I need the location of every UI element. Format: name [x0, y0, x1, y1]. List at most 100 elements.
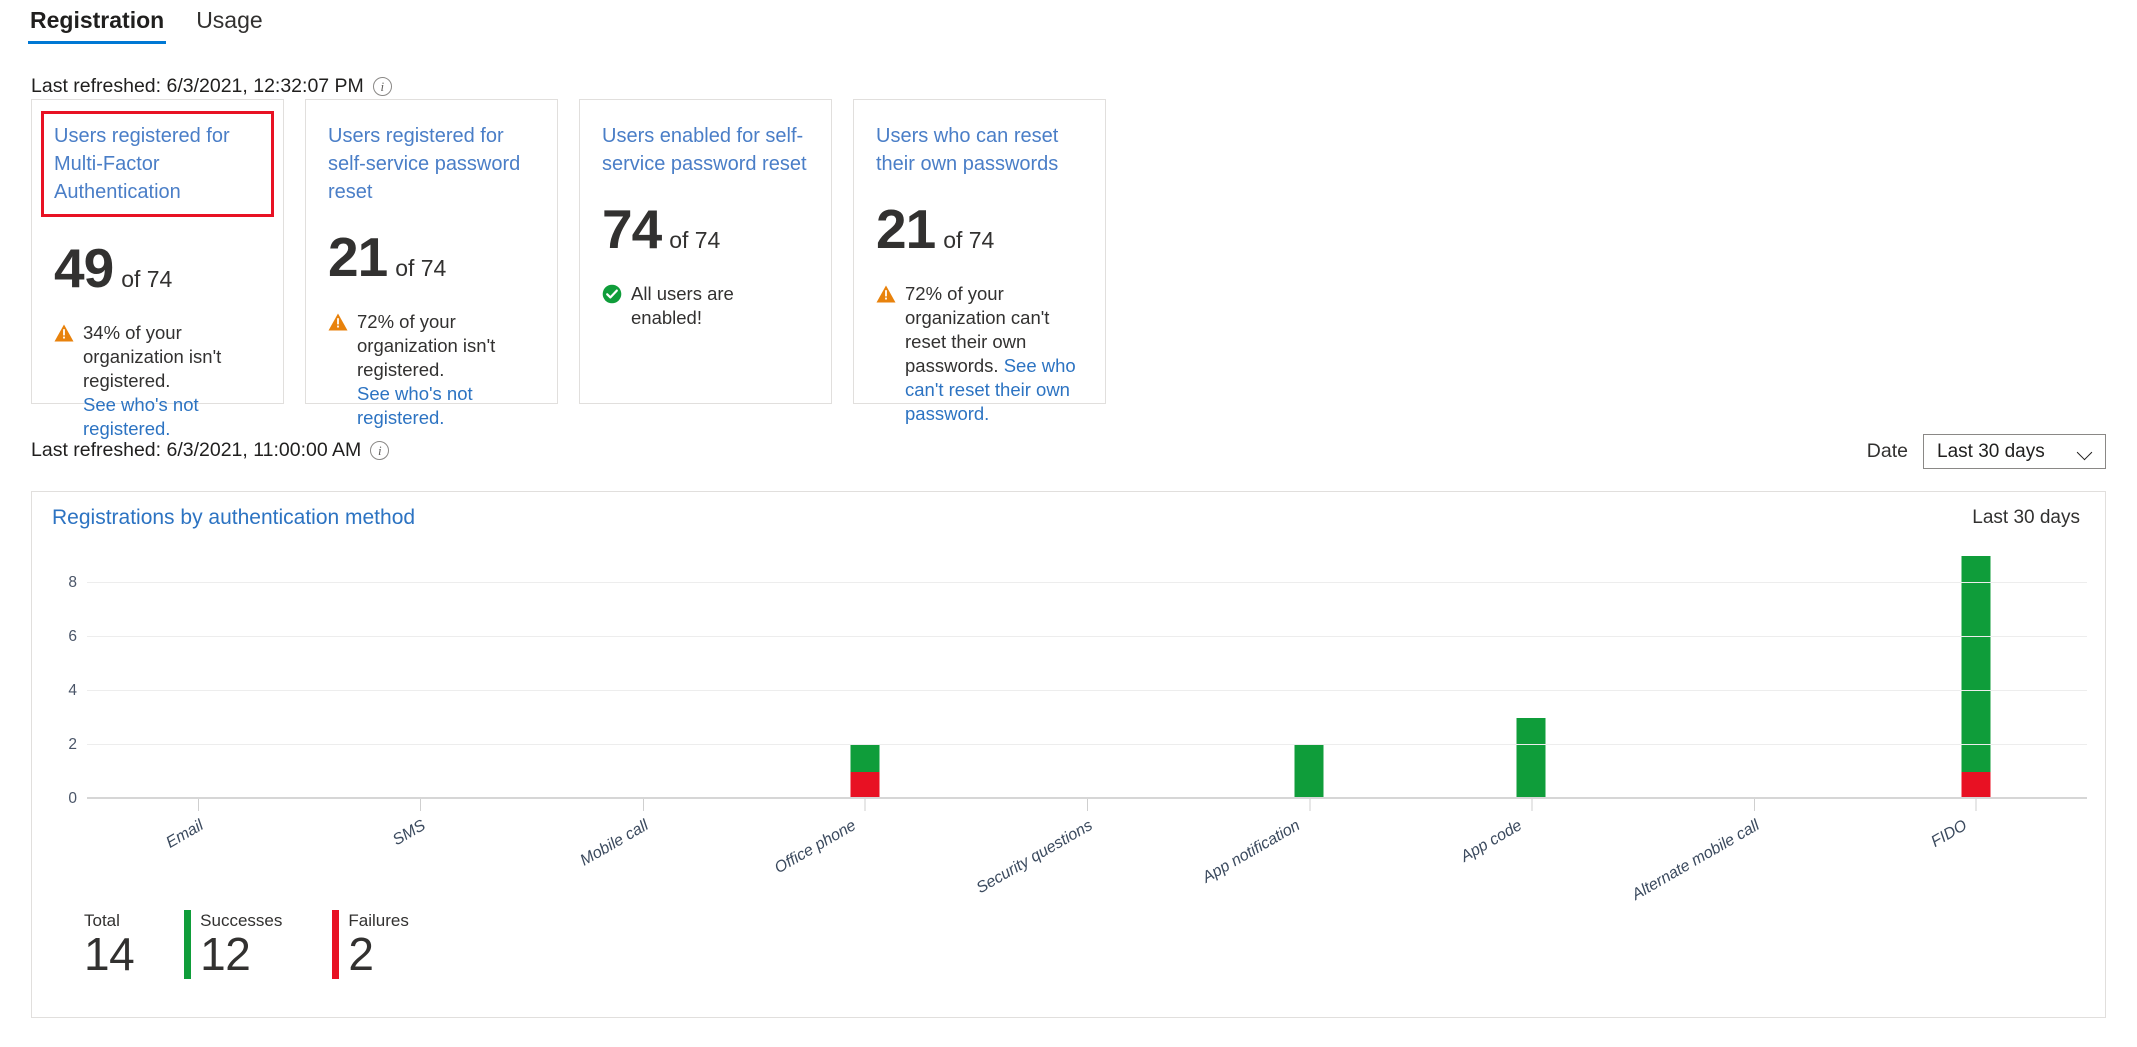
y-axis-tick-label: 6: [68, 628, 77, 645]
card-metric-total: of 74: [395, 255, 447, 281]
tab-usage[interactable]: Usage: [180, 0, 278, 44]
card-metric-total: of 74: [121, 266, 173, 292]
x-axis-tick: [1753, 799, 1755, 811]
card-users-can-reset-password[interactable]: Users who can reset their own passwords …: [853, 99, 1106, 424]
x-axis-tick: [864, 799, 866, 811]
card-title-box: Users enabled for self-service password …: [602, 122, 809, 178]
x-axis-tick: [198, 799, 200, 811]
total-value: 2: [348, 928, 374, 980]
gridline: [87, 636, 2087, 637]
card-metric: 21 of 74: [876, 200, 1083, 258]
tab-registration[interactable]: Registration: [14, 0, 180, 44]
bar-segment-successes[interactable]: [1294, 745, 1324, 799]
card-title-link[interactable]: Users who can reset their own passwords: [876, 122, 1083, 178]
gridline: [87, 582, 2087, 583]
card-status-note: 72% of your organization isn't registere…: [328, 310, 535, 430]
last-refreshed-chart: Last refreshed: 6/3/2021, 11:00:00 AM i: [31, 438, 390, 462]
chart-title-link[interactable]: Registrations by authentication method: [52, 506, 415, 530]
last-refreshed-top-text: Last refreshed: 6/3/2021, 12:32:07 PM: [31, 75, 364, 97]
chart-range-label: Last 30 days: [1972, 507, 2080, 528]
card-metric-total: of 74: [669, 227, 721, 253]
x-axis-tick-label: App code: [1458, 817, 1526, 866]
card-title-link[interactable]: Users enabled for self-service password …: [602, 122, 809, 178]
card-title-box: Users who can reset their own passwords: [876, 122, 1083, 178]
chart-bar-group[interactable]: App code: [1458, 556, 1546, 866]
bar-segment-failures[interactable]: [850, 772, 880, 799]
chart-axes: Email SMS Mobile call Office phone Security …: [68, 556, 2087, 904]
card-note-text: 72% of your organization can't reset the…: [905, 282, 1083, 426]
card-title-highlight-box: Users registered for Multi-Factor Authen…: [41, 111, 274, 217]
x-axis-tick: [1975, 799, 1977, 811]
card-note-message: 72% of your organization isn't registere…: [357, 311, 496, 380]
chart-totals-legend: Total 14 Successes 12 Failures 2: [84, 910, 409, 979]
chevron-down-icon: [2077, 447, 2094, 457]
info-icon[interactable]: i: [372, 76, 392, 96]
x-axis-tick: [1531, 799, 1533, 811]
card-note-text: 72% of your organization isn't registere…: [357, 310, 535, 430]
date-filter-label: Date: [1866, 440, 1908, 462]
card-metric-value: 49: [54, 237, 114, 299]
chart-bar-group[interactable]: App notification: [1200, 556, 1324, 886]
x-axis-tick-label: App notification: [1199, 817, 1304, 887]
card-metric: 21 of 74: [328, 228, 535, 286]
warning-triangle-icon: [328, 313, 348, 331]
tab-usage-label: Usage: [196, 7, 263, 33]
card-title-link[interactable]: Users registered for Multi-Factor Authen…: [54, 122, 261, 206]
chart-header: Registrations by authentication method L…: [32, 492, 2105, 544]
x-axis-tick: [642, 799, 644, 811]
card-metric-value: 74: [602, 198, 662, 260]
card-status-note: 34% of your organization isn't registere…: [54, 321, 261, 441]
chart-plot-area: Email SMS Mobile call Office phone Security …: [32, 544, 2105, 904]
info-icon[interactable]: i: [370, 440, 390, 460]
card-metric: 49 of 74: [54, 239, 261, 297]
card-note-text: 34% of your organization isn't registere…: [83, 321, 261, 441]
bar-segment-successes[interactable]: [1961, 556, 1991, 772]
chart-bar[interactable]: [850, 745, 880, 799]
y-axis-tick-label: 0: [68, 790, 77, 807]
card-users-enabled-sspr[interactable]: Users enabled for self-service password …: [579, 99, 832, 404]
warning-triangle-icon: [876, 285, 896, 303]
card-users-registered-sspr[interactable]: Users registered for self-service passwo…: [305, 99, 558, 428]
x-axis-tick-label: FIDO: [1928, 817, 1970, 851]
y-axis-tick-label: 2: [68, 736, 77, 753]
card-title-link[interactable]: Users registered for self-service passwo…: [328, 122, 535, 206]
card-note-link[interactable]: See who's not registered.: [357, 383, 473, 428]
x-axis-tick-label: Office phone: [771, 817, 859, 878]
date-range-select[interactable]: Last 30 days: [1923, 434, 2106, 469]
card-metric-total: of 74: [943, 227, 995, 253]
x-axis-tick-label: Alternate mobile call: [1628, 817, 1763, 904]
bar-segment-successes[interactable]: [1516, 718, 1546, 799]
chart-bars: Email SMS Mobile call Office phone Security …: [87, 556, 2087, 904]
check-circle-icon: [602, 284, 622, 304]
card-note-message: 34% of your organization isn't registere…: [83, 322, 222, 391]
chart-bar-group[interactable]: FIDO: [1928, 556, 1991, 851]
card-metric-value: 21: [328, 226, 388, 288]
card-users-registered-mfa[interactable]: Users registered for Multi-Factor Authen…: [31, 99, 284, 439]
card-note-link[interactable]: See who's not registered.: [83, 394, 199, 439]
chart-bar[interactable]: [1516, 718, 1546, 799]
gridline: [87, 690, 2087, 691]
card-status-note: 72% of your organization can't reset the…: [876, 282, 1083, 426]
mfa-registration-dashboard: Registration Usage Last refreshed: 6/3/2…: [0, 0, 2137, 1047]
chart-bar-group[interactable]: Office phone: [772, 556, 880, 877]
x-axis-tick-label: Security questions: [973, 817, 1096, 898]
total-item-total: Total 14: [84, 910, 135, 979]
tab-registration-label: Registration: [30, 7, 165, 33]
gridline: [87, 797, 2087, 799]
x-axis-tick-label: Mobile call: [577, 817, 652, 870]
failure-color-swatch: [332, 910, 340, 979]
date-filter: Date Last 30 days: [1867, 434, 2106, 469]
x-axis-tick-label: Email: [163, 817, 207, 852]
card-title-box: Users registered for self-service passwo…: [328, 122, 535, 206]
total-item-failures: Failures 2: [332, 910, 409, 980]
bar-segment-failures[interactable]: [1961, 772, 1991, 799]
x-axis-tick: [1309, 799, 1311, 811]
summary-cards: Users registered for Multi-Factor Authen…: [31, 99, 1106, 439]
success-color-swatch: [184, 910, 192, 979]
bar-segment-successes[interactable]: [850, 745, 880, 772]
last-refreshed-top: Last refreshed: 6/3/2021, 12:32:07 PM i: [31, 74, 392, 98]
last-refreshed-chart-text: Last refreshed: 6/3/2021, 11:00:00 AM: [31, 439, 362, 461]
card-metric-value: 21: [876, 198, 936, 260]
chart-bar[interactable]: [1294, 745, 1324, 799]
chart-bar[interactable]: [1961, 556, 1991, 799]
